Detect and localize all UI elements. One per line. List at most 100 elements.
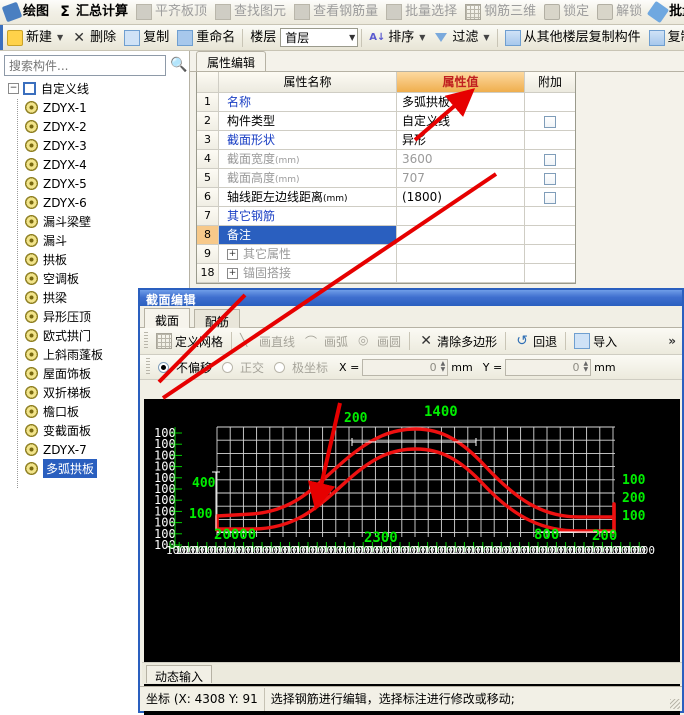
checkbox-icon[interactable]: [544, 153, 556, 166]
tree-item[interactable]: 空调板: [4, 269, 184, 288]
checkbox-icon[interactable]: [544, 191, 556, 204]
toolbar-button-batch-delete[interactable]: 批量删除: [646, 0, 684, 24]
offset-mode-none[interactable]: 不偏移: [153, 358, 217, 377]
draw-circle-button[interactable]: ◎ 画圆: [353, 332, 406, 351]
property-row[interactable]: 6 轴线距左边线距离(mm) (1800): [197, 188, 575, 207]
tree-item[interactable]: ZDYX-3: [4, 136, 184, 155]
dialog-titlebar[interactable]: 截面编辑: [140, 290, 682, 307]
dimension-label[interactable]: 2300: [364, 530, 398, 546]
chevron-down-icon[interactable]: ▼: [483, 33, 489, 42]
property-row-additional[interactable]: [525, 264, 575, 282]
tree-item[interactable]: 漏斗梁壁: [4, 212, 184, 231]
radio-icon[interactable]: [158, 361, 169, 373]
chevron-down-icon[interactable]: ▼: [57, 33, 63, 42]
floor-select[interactable]: 首层 ▼: [280, 28, 359, 47]
chevron-down-icon[interactable]: ▼: [419, 33, 425, 42]
toolbar-button-summary-calc[interactable]: Σ 汇总计算: [53, 2, 132, 23]
resize-grip[interactable]: [670, 699, 680, 709]
property-row-additional[interactable]: [525, 226, 575, 244]
property-row-value[interactable]: [397, 226, 525, 244]
toolbar-grip[interactable]: [146, 358, 150, 376]
property-row-value[interactable]: 707: [397, 169, 525, 187]
y-input[interactable]: 0 ▲ ▼: [505, 358, 592, 376]
offset-mode-orthogonal[interactable]: 正交: [217, 358, 269, 377]
search-input[interactable]: [4, 55, 166, 76]
collapse-icon[interactable]: −: [8, 83, 19, 94]
undo-button[interactable]: ↺ 回退: [509, 332, 562, 351]
property-row[interactable]: 9 + 其它属性: [197, 245, 575, 264]
property-row-additional[interactable]: [525, 169, 575, 187]
property-row[interactable]: 5 截面高度(mm) 707: [197, 169, 575, 188]
property-row[interactable]: 2 构件类型 自定义线: [197, 112, 575, 131]
property-row-value[interactable]: (1800): [397, 188, 525, 206]
property-table[interactable]: 属性名称 属性值 附加 1 名称 多弧拱板 2 构件类型 自定义线 3 截面形状 异形 4 截面宽度…: [196, 72, 576, 284]
property-row-value[interactable]: [397, 207, 525, 225]
dimension-label[interactable]: 200: [344, 411, 368, 426]
toolbar-grip[interactable]: [144, 332, 148, 350]
tree-item[interactable]: ZDYX-5: [4, 174, 184, 193]
property-row[interactable]: 8 备注: [197, 226, 575, 245]
property-row-additional[interactable]: [525, 93, 575, 111]
property-row-additional[interactable]: [525, 245, 575, 263]
checkbox-icon[interactable]: [544, 115, 556, 128]
property-row-additional[interactable]: [525, 112, 575, 130]
property-row-value[interactable]: [397, 264, 525, 282]
property-row-value[interactable]: [397, 245, 525, 263]
dimension-label[interactable]: 800: [534, 527, 559, 543]
dimension-label[interactable]: 100: [189, 507, 213, 522]
property-row-value[interactable]: 3600: [397, 150, 525, 168]
checkbox-icon[interactable]: [544, 172, 556, 185]
radio-icon[interactable]: [274, 361, 286, 373]
spinner-arrows-icon[interactable]: ▲ ▼: [584, 361, 589, 373]
new-component-button[interactable]: 新建 ▼: [3, 27, 67, 48]
delete-component-button[interactable]: ✕ 删除: [67, 27, 120, 48]
property-row[interactable]: 18 + 锚固搭接: [197, 264, 575, 283]
toolbar-button-find-element[interactable]: 查找图元: [211, 2, 290, 23]
toolbar-button-batch-select[interactable]: 批量选择: [382, 2, 461, 23]
x-input[interactable]: 0 ▲ ▼: [362, 358, 449, 376]
tree-root-node[interactable]: − 自定义线: [4, 79, 184, 98]
dimension-label[interactable]: 100: [622, 509, 646, 524]
tree-item[interactable]: ZDYX-4: [4, 155, 184, 174]
tree-item[interactable]: ZDYX-2: [4, 117, 184, 136]
copy-from-other-floor-button[interactable]: 从其他楼层复制构件: [501, 27, 645, 48]
clear-polygon-button[interactable]: ✕ 清除多边形: [413, 332, 502, 351]
property-row[interactable]: 3 截面形状 异形: [197, 131, 575, 150]
dimension-label[interactable]: 1400: [424, 404, 458, 420]
rename-component-button[interactable]: 重命名: [173, 27, 239, 48]
search-icon[interactable]: 🔍: [170, 57, 187, 74]
dimension-label[interactable]: 400: [192, 476, 216, 491]
property-row[interactable]: 7 其它钢筋: [197, 207, 575, 226]
tab-dynamic-input[interactable]: 动态输入: [146, 665, 213, 684]
offset-mode-polar[interactable]: 极坐标: [269, 358, 333, 377]
copy-component-to-button[interactable]: 复制构件到其: [645, 27, 684, 48]
toolbar-button-view-rebar-qty[interactable]: 查看钢筋量: [290, 2, 382, 23]
toolbar-button-draw[interactable]: 绘图: [0, 1, 53, 23]
dimension-label[interactable]: 200: [622, 491, 646, 506]
tree-item[interactable]: ZDYX-1: [4, 98, 184, 117]
tab-section[interactable]: 截面: [144, 308, 191, 329]
spinner-arrows-icon[interactable]: ▲ ▼: [441, 361, 446, 373]
property-row-value[interactable]: 多弧拱板: [397, 93, 525, 111]
dimension-label[interactable]: 100: [622, 473, 646, 488]
property-row-additional[interactable]: [525, 150, 575, 168]
toolbar-button-rebar-3d[interactable]: 钢筋三维: [461, 2, 540, 23]
draw-line-button[interactable]: ╲ 画直线: [235, 332, 300, 351]
dimension-label[interactable]: 20000: [214, 527, 256, 543]
import-button[interactable]: 导入: [569, 332, 622, 351]
tree-item[interactable]: 漏斗: [4, 231, 184, 250]
toolbar-overflow-button[interactable]: »: [668, 334, 676, 348]
expand-icon[interactable]: +: [227, 268, 238, 279]
tree-item[interactable]: 拱板: [4, 250, 184, 269]
copy-component-button[interactable]: 复制: [120, 27, 173, 48]
define-grid-button[interactable]: 定义网格: [151, 332, 228, 351]
filter-button[interactable]: 过滤 ▼: [429, 27, 493, 48]
property-row-additional[interactable]: [525, 131, 575, 149]
radio-icon[interactable]: [222, 361, 234, 373]
property-row-additional[interactable]: [525, 188, 575, 206]
tab-reinforcement[interactable]: 配筋: [193, 309, 240, 329]
tab-property-edit[interactable]: 属性编辑: [196, 51, 267, 71]
toolbar-button-align-slab-top[interactable]: 平齐板顶: [132, 2, 211, 23]
toolbar-button-lock[interactable]: 锁定: [540, 2, 593, 23]
property-row[interactable]: 1 名称 多弧拱板: [197, 93, 575, 112]
